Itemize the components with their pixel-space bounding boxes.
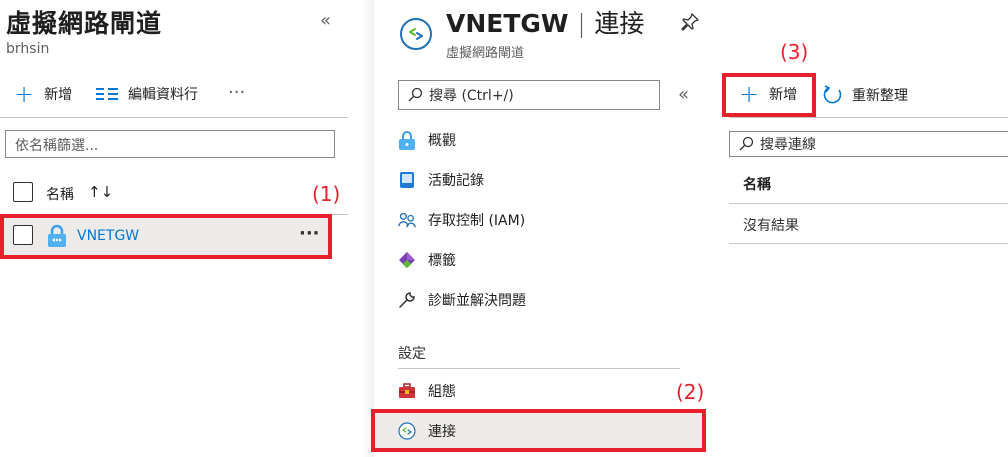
menu-item-label: 診斷並解決問題 [428,293,526,309]
menu-item-label: 組態 [428,384,456,400]
sort-icon[interactable]: ↑↓ [88,183,113,201]
settings-section-header: 設定 [398,346,426,362]
table-header-divider [729,203,1008,204]
resource-name: VNETGW [446,9,569,38]
more-actions-button[interactable]: ··· [228,82,245,103]
pin-icon[interactable] [680,12,700,32]
annotation-box-2 [371,409,706,452]
collapse-pane-button[interactable]: « [320,10,331,31]
toolbar-divider [0,117,348,118]
content-toolbar-divider [729,117,1008,118]
annotation-label-3: (3) [780,40,809,64]
select-all-checkbox[interactable] [13,182,33,202]
connection-search-placeholder: 搜尋連線 [760,137,816,153]
refresh-button[interactable]: 重新整理 [822,84,908,106]
columns-icon [96,86,118,102]
menu-item-tags[interactable]: 標籤 [398,240,456,280]
empty-results-text: 沒有結果 [743,218,799,234]
connections-content-pane: + 新增 重新整理 搜尋連線 名稱 沒有結果 [719,0,1008,457]
collapse-menu-button[interactable]: « [678,84,689,105]
add-button-label: 新增 [44,87,73,103]
menu-item-diagnose[interactable]: 診斷並解決問題 [398,280,526,320]
menu-item-label: 概觀 [428,133,456,149]
annotation-box-1 [0,214,332,259]
edit-columns-label: 編輯資料行 [128,87,198,103]
resource-title: VNETGW | 連接 [446,4,644,40]
resource-menu-pane: VNETGW | 連接 虛擬網路閘道 搜尋 (Ctrl+/) « 概觀 活動記錄… [374,0,719,457]
wrench-icon [398,291,416,309]
menu-item-iam[interactable]: 存取控制 (IAM) [398,200,525,240]
annotation-box-3 [722,73,816,117]
refresh-label: 重新整理 [852,88,908,104]
table-row-divider [729,243,1008,244]
menu-item-overview[interactable]: 概觀 [398,120,456,160]
resource-type-subtitle: 虛擬網路閘道 [446,46,525,61]
blade-shadow [362,0,374,457]
menu-item-label: 存取控制 (IAM) [428,213,526,229]
tag-icon [398,251,416,269]
toolbox-icon [398,382,416,400]
menu-search-input[interactable]: 搜尋 (Ctrl+/) [398,80,660,110]
name-column-header[interactable]: 名稱 [46,184,74,204]
title-separator: | [577,9,586,38]
menu-item-activity-log[interactable]: 活動記錄 [398,160,484,200]
page-title: 虛擬網路閘道 [6,9,163,38]
iam-icon [398,211,416,229]
menu-search-placeholder: 搜尋 (Ctrl+/) [429,88,514,104]
plus-icon: + [14,80,35,108]
connection-search-input[interactable]: 搜尋連線 [729,131,1008,157]
menu-item-label: 標籤 [428,253,456,269]
refresh-icon [822,84,844,106]
settings-divider [398,368,680,369]
search-icon [407,87,425,103]
menu-item-label: 活動記錄 [428,173,484,189]
menu-item-configuration[interactable]: 組態 [398,371,456,411]
name-filter-input[interactable]: 依名稱篩選... [5,130,335,158]
edit-columns-button[interactable]: 編輯資料行 [96,84,198,104]
resource-page-name: 連接 [594,9,645,38]
annotation-label-1: (1) [312,182,341,206]
overview-icon [398,131,416,150]
page-subtitle: brhsin [6,41,50,57]
annotation-label-2: (2) [676,380,705,404]
name-column-header[interactable]: 名稱 [743,174,771,194]
activity-log-icon [398,171,416,189]
add-button[interactable]: + 新增 [14,80,73,108]
search-icon [738,136,756,152]
connection-resource-icon [399,17,433,51]
